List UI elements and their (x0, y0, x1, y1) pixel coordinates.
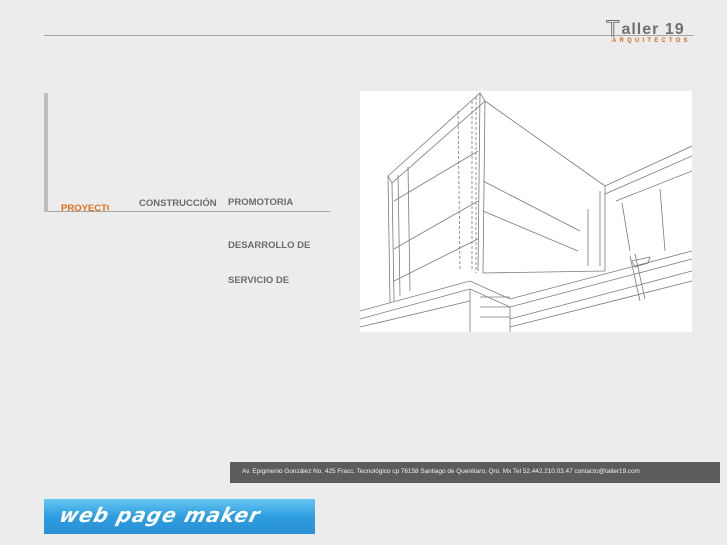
web-page-maker-text: web page maker (57, 503, 264, 527)
header-divider (44, 35, 694, 36)
menu-accent-bar (44, 93, 48, 212)
taller-19-logo[interactable]: Taller 19 ARQUITECTOS (605, 16, 698, 61)
building-sketch-image (360, 91, 692, 332)
nav-item-proyectos-wrap: PROYECTOS (61, 198, 109, 216)
footer-address: Av. Epigmenio González No. 425 Fracc. Te… (242, 468, 640, 475)
building-sketch-drawing (360, 92, 692, 332)
nav-item-proyectos[interactable]: PROYECTOS (61, 203, 109, 214)
logo-name-text: aller 19 (621, 21, 685, 38)
nav-item-construccion[interactable]: CONSTRUCCIÓN (139, 198, 217, 209)
nav-item-desarrollo[interactable]: DESARROLLO DE (228, 240, 310, 251)
web-page-maker-badge[interactable]: web page maker (44, 499, 315, 534)
nav-item-servicio[interactable]: SERVICIO DE (228, 275, 289, 286)
logo-subtitle: ARQUITECTOS (612, 38, 691, 44)
nav-item-promotoria[interactable]: PROMOTORIA (228, 197, 293, 208)
footer-bar: Av. Epigmenio González No. 425 Fracc. Te… (230, 462, 720, 483)
